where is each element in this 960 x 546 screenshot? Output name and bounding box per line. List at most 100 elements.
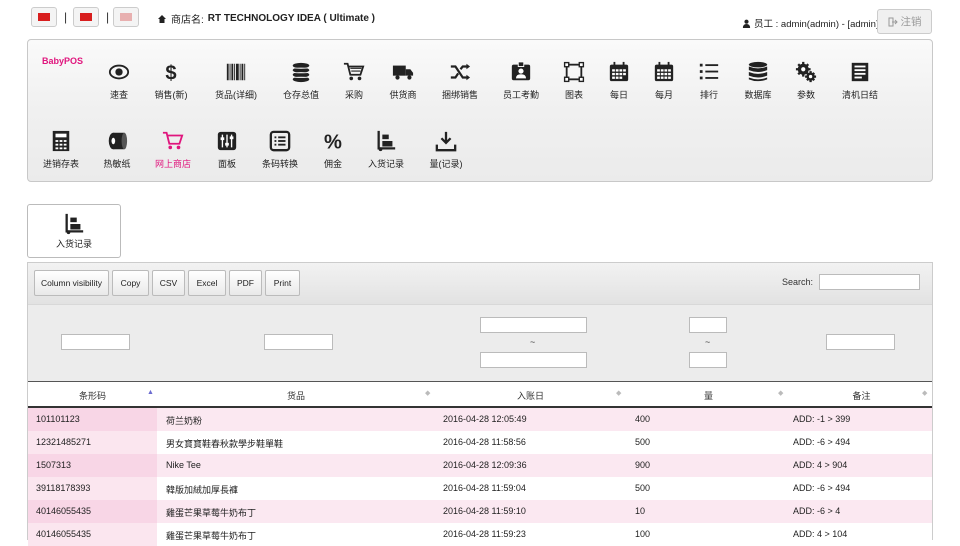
cell-notes: ADD: -6 > 4 [793, 506, 841, 516]
filter-product-input[interactable] [264, 334, 333, 350]
menu-item-commission[interactable]: % 佣金 [303, 126, 363, 170]
tab-label: 入货记录 [55, 239, 92, 249]
filter-notes-input[interactable] [826, 334, 895, 350]
data-table: Column visibility Copy CSV Excel PDF Pri… [27, 262, 933, 546]
header-label: 备注 [852, 390, 871, 401]
menu-label: 清机日结 [841, 90, 878, 100]
cell-date: 2016-04-28 11:59:04 [443, 483, 526, 493]
menu-label: 销售(新) [154, 90, 188, 100]
menu-label: 捆绑销售 [441, 90, 478, 100]
filter-date-from-input[interactable] [480, 317, 587, 333]
flag-cn-icon [80, 13, 92, 21]
filter-qty-from-input[interactable] [689, 317, 727, 333]
logout-button[interactable]: 注销 [877, 9, 932, 34]
shuffle-icon [450, 63, 471, 81]
cell-barcode: 39118178393 [36, 483, 91, 493]
table-row[interactable]: 40146055435 雞蛋芒果草莓牛奶布丁 2016-04-28 11:59:… [28, 523, 932, 546]
menu-item-quick-search[interactable]: 速查 [89, 57, 149, 101]
coins-icon [292, 62, 310, 83]
menu-item-attendance[interactable]: 员工考勤 [491, 57, 551, 101]
cell-barcode: 12321485271 [36, 437, 92, 447]
sort-icon: ◆ [778, 390, 784, 397]
id-badge-icon [511, 61, 531, 81]
filter-barcode-input[interactable] [61, 334, 130, 350]
eye-icon [108, 64, 130, 80]
menu-label: 仓存总值 [282, 90, 319, 100]
column-header-notes[interactable]: 备注 [791, 382, 932, 408]
menu-item-settings[interactable]: 参数 [776, 57, 836, 101]
table-row[interactable]: 39118178393 韓版加絨加厚長褲 2016-04-28 11:59:04… [28, 477, 932, 500]
column-header-product[interactable]: 货品 [157, 382, 435, 408]
header-label: 量 [703, 390, 713, 401]
flag-en-icon [120, 13, 132, 21]
separator: | [106, 10, 110, 24]
cell-barcode: 40146055435 [36, 506, 92, 516]
cell-product: 荷兰奶粉 [166, 416, 203, 426]
pdf-button[interactable]: PDF [229, 270, 262, 296]
column-header-barcode[interactable]: 条形码 [28, 382, 157, 408]
menu-item-day-end[interactable]: 清机日结 [830, 57, 890, 101]
stock-in-record-tab[interactable]: 入货记录 [27, 204, 121, 258]
csv-button[interactable]: CSV [152, 270, 185, 296]
sort-icon: ◆ [922, 390, 928, 397]
flag-hk-button[interactable] [31, 7, 57, 27]
menu-item-products[interactable]: 货品(详细) [206, 57, 266, 101]
table-row[interactable]: 12321485271 男女寶寶鞋春秋款學步鞋單鞋 2016-04-28 11:… [28, 431, 932, 454]
flag-cn-button[interactable] [73, 7, 99, 27]
cell-notes: ADD: -6 > 494 [793, 437, 851, 447]
table-row[interactable]: 101101123 荷兰奶粉 2016-04-28 12:05:49 400 A… [28, 408, 932, 431]
shop-name-text: RT TECHNOLOGY IDEA ( Ultimate ) [207, 13, 376, 24]
menu-label: 参数 [796, 90, 815, 100]
menu-label: 速查 [109, 90, 128, 100]
list-box-icon [269, 130, 291, 152]
print-button[interactable]: Print [265, 270, 300, 296]
column-header-date[interactable]: 入账日 [435, 382, 626, 408]
logout-label: 注销 [900, 16, 922, 28]
cell-quantity: 100 [635, 529, 651, 539]
copy-button[interactable]: Copy [112, 270, 149, 296]
range-separator: ~ [530, 337, 536, 347]
flag-hk-icon [38, 13, 50, 21]
range-separator: ~ [705, 337, 711, 347]
menu-label: 佣金 [323, 159, 342, 169]
cell-barcode: 40146055435 [36, 529, 92, 539]
cell-notes: ADD: -6 > 494 [793, 483, 851, 493]
cell-date: 2016-04-28 12:05:49 [443, 414, 527, 424]
hand-truck-icon [377, 130, 396, 152]
table-row[interactable]: 40146055435 雞蛋芒果草莓牛奶布丁 2016-04-28 11:59:… [28, 500, 932, 523]
filter-qty-to-input[interactable] [689, 352, 727, 368]
column-header-quantity[interactable]: 量 [626, 382, 791, 408]
list-icon [699, 63, 719, 80]
cart-icon [343, 62, 365, 81]
menu-item-stock-value[interactable]: 仓存总值 [271, 57, 331, 101]
home-icon [158, 14, 166, 23]
dollar-icon: $ [165, 62, 176, 83]
cell-notes: ADD: 4 > 104 [793, 529, 848, 539]
menu-item-bundle-sales[interactable]: 捆绑销售 [430, 57, 490, 101]
cell-product: 雞蛋芒果草莓牛奶布丁 [166, 531, 257, 541]
menu-item-sales-new[interactable]: $ 销售(新) [141, 57, 201, 101]
cell-product: 雞蛋芒果草莓牛奶布丁 [166, 508, 257, 518]
menu-item-inventory-report[interactable]: 进销存表 [31, 126, 91, 170]
menu-item-quantity-record[interactable]: 量(记录) [416, 126, 476, 170]
cell-quantity: 400 [635, 414, 651, 424]
search-input[interactable] [819, 274, 920, 290]
flag-en-button[interactable] [113, 7, 139, 27]
menu-item-barcode-convert[interactable]: 条码转换 [250, 126, 310, 170]
column-visibility-button[interactable]: Column visibility [34, 270, 109, 296]
table-row[interactable]: 1507313 Nike Tee 2016-04-28 12:09:36 900… [28, 454, 932, 477]
menu-item-stock-in-record[interactable]: 入货记录 [356, 126, 416, 170]
cell-quantity: 10 [635, 506, 646, 516]
sort-icon: ◆ [425, 390, 431, 397]
paper-roll-icon [108, 132, 128, 150]
menu-label: 面板 [217, 159, 236, 169]
menu-item-suppliers[interactable]: 供货商 [373, 57, 433, 101]
excel-button[interactable]: Excel [188, 270, 226, 296]
header-label: 货品 [286, 390, 305, 401]
menu-item-online-shop[interactable]: 网上商店 [143, 126, 203, 170]
search-label: Search: [782, 277, 814, 287]
menu-item-panel[interactable]: 面板 [197, 126, 257, 170]
menu-item-thermal-paper[interactable]: 热敏纸 [87, 126, 147, 170]
cell-product: 男女寶寶鞋春秋款學步鞋單鞋 [166, 439, 284, 449]
filter-date-to-input[interactable] [480, 352, 587, 368]
